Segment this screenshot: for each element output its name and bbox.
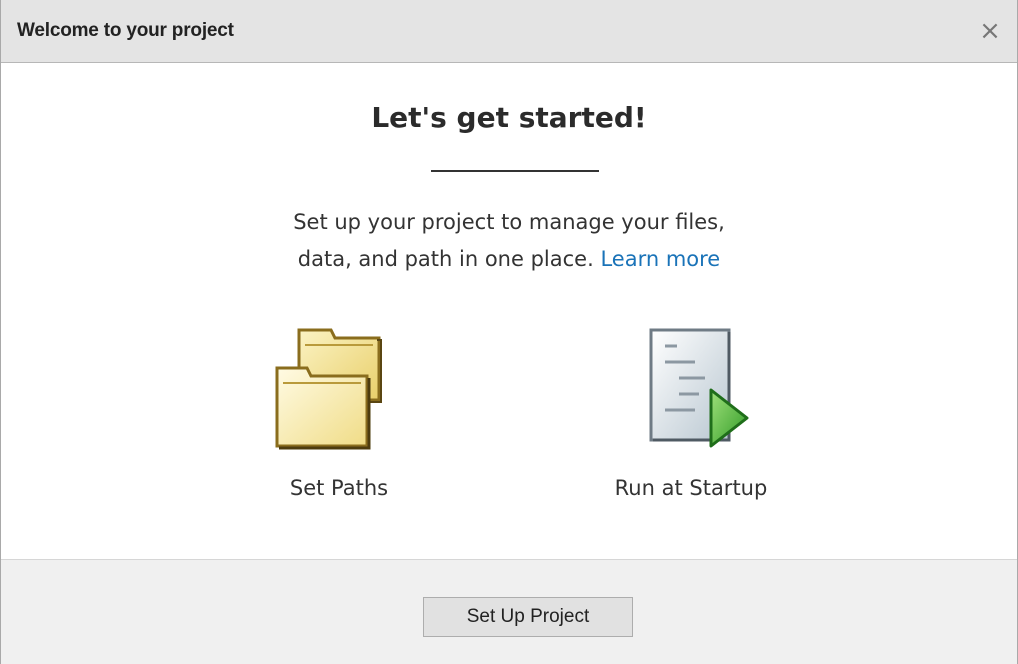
learn-more-link[interactable]: Learn more [600, 247, 720, 271]
dialog-content: Let's get started! Set up your project t… [1, 63, 1017, 559]
folders-icon [275, 328, 382, 450]
description: Set up your project to manage your files… [1, 204, 1017, 278]
run-at-startup-action[interactable]: Run at Startup [571, 328, 811, 500]
set-paths-label: Set Paths [289, 476, 389, 500]
set-paths-action[interactable]: Set Paths [219, 328, 459, 500]
page-title: Let's get started! [371, 101, 647, 134]
welcome-dialog: Welcome to your project × Let's get star… [0, 0, 1018, 664]
close-icon[interactable]: × [975, 16, 1005, 46]
heading-divider [431, 170, 599, 172]
title-bar: Welcome to your project × [1, 0, 1017, 63]
dialog-title: Welcome to your project [17, 20, 234, 41]
description-line-1: Set up your project to manage your files… [293, 210, 725, 234]
dialog-footer: Set Up Project [1, 559, 1017, 664]
run-script-icon [649, 328, 749, 448]
description-line-2: data, and path in one place. [297, 247, 594, 271]
run-at-startup-label: Run at Startup [614, 476, 768, 500]
set-up-project-button[interactable]: Set Up Project [423, 597, 633, 637]
